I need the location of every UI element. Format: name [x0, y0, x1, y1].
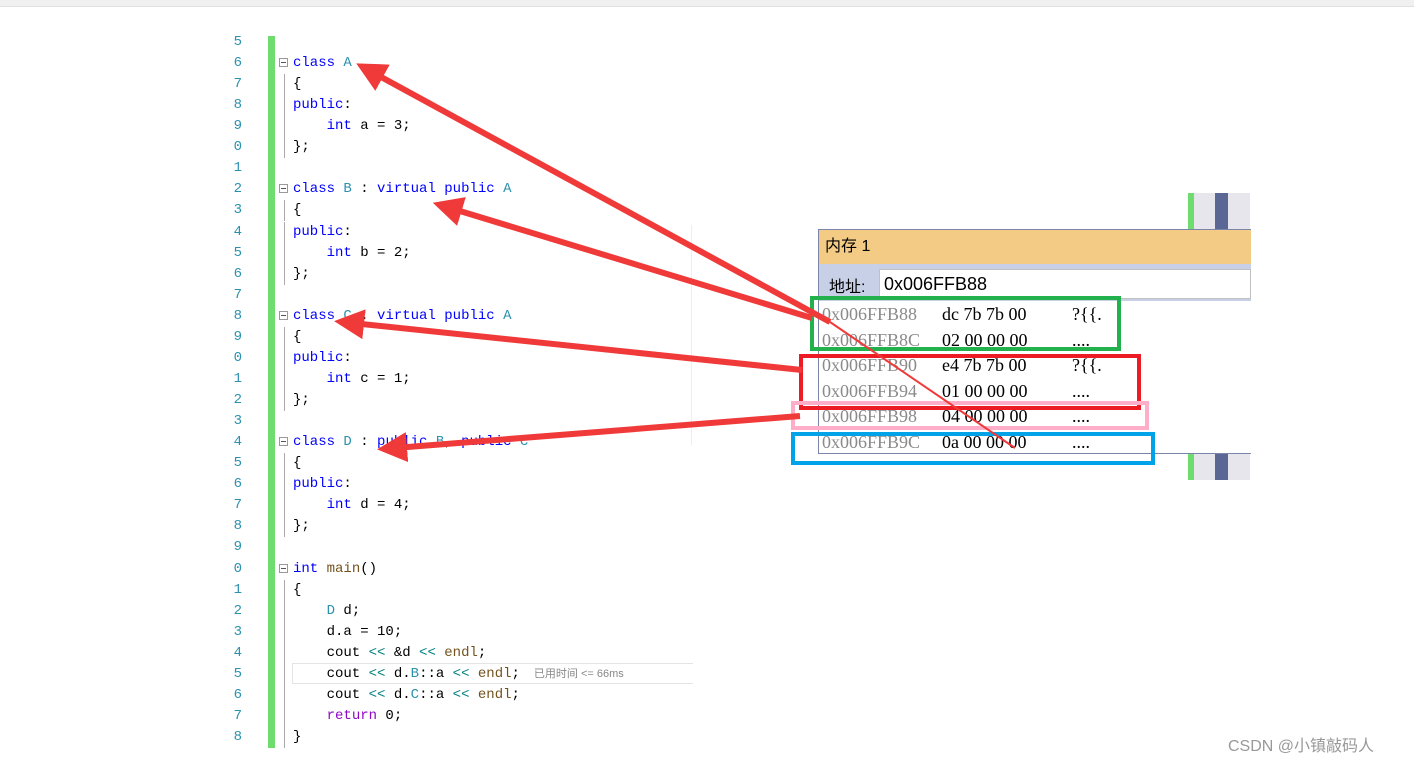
arrow-to-class-c: [334, 309, 803, 373]
watermark: CSDN @小镇敲码人: [1228, 738, 1375, 755]
arrow-thin-to-class-a: [829, 321, 1016, 449]
annotation-arrows: [334, 63, 1016, 463]
arrow-to-class-a: [356, 63, 832, 325]
arrow-to-class-d: [377, 413, 801, 463]
arrow-to-class-b: [432, 197, 813, 321]
